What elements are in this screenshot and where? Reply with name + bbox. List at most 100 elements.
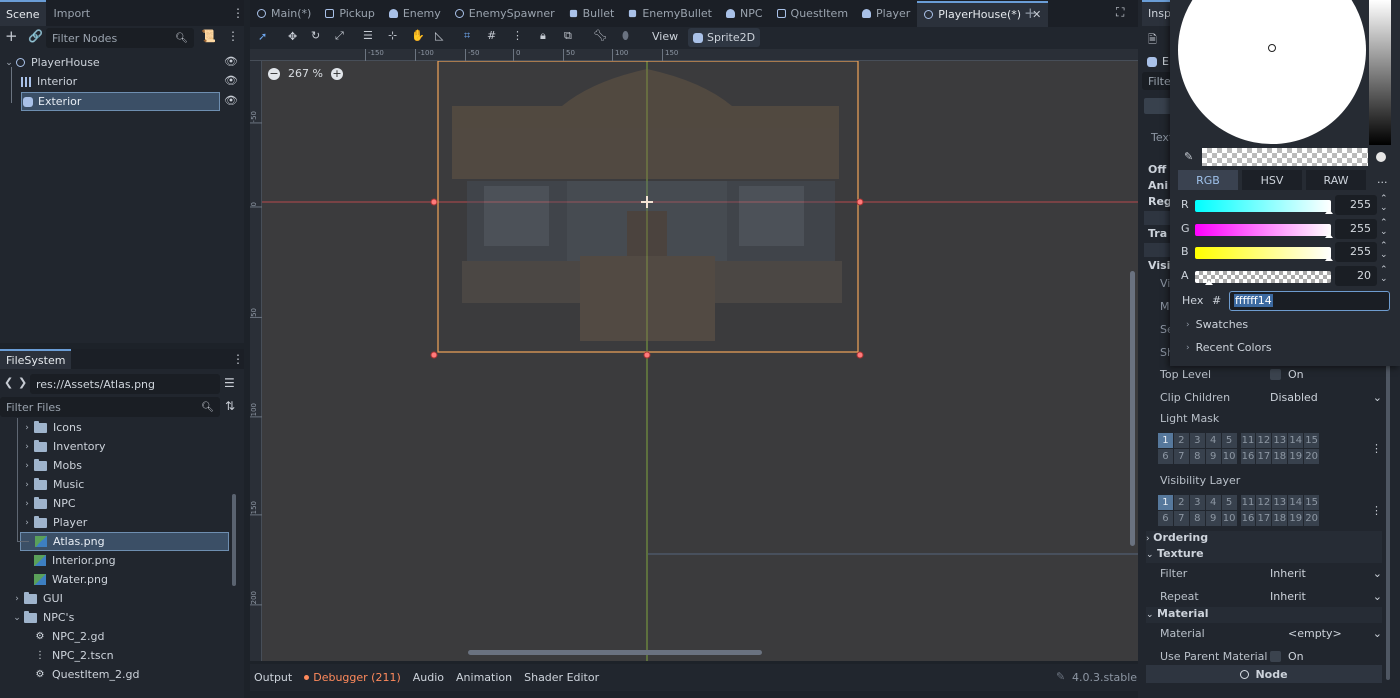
filesystem-scrollbar[interactable] [232,494,236,586]
layer-cell[interactable]: 20 [1304,511,1320,526]
layer-cell[interactable]: 19 [1288,511,1304,526]
layer-cell[interactable]: 1 [1158,495,1173,510]
viewport-h-scrollbar[interactable] [468,650,762,655]
tab-npc[interactable]: NPC [719,1,770,27]
layer-cell[interactable]: 11 [1240,433,1256,448]
file-item[interactable]: ⋮ NPC_2.tscn [20,646,229,665]
clip-children-dropdown[interactable]: Disabled ⌄ [1270,388,1382,406]
tab-enemybullet[interactable]: EnemyBullet [621,1,719,27]
spinner-arrows-icon[interactable]: ⌃ ⌄ [1380,242,1388,260]
file-item[interactable]: › Inventory [20,437,229,456]
section-texture[interactable]: ⌄ Texture [1146,547,1382,563]
layer-cell[interactable]: 14 [1288,495,1304,510]
pivot-tool-icon[interactable]: ⊹ [388,29,397,42]
move-tool-icon[interactable]: ✥ [288,30,297,43]
section-animation[interactable]: Ani [1148,179,1168,192]
select-tool-icon[interactable]: ➚ [258,30,267,43]
visibility-layer-menu-icon[interactable]: ⋮ [1371,504,1382,517]
chevron-down-icon[interactable]: ⌄ [12,613,22,623]
file-item[interactable]: › Player [20,513,229,532]
channel-b-slider[interactable] [1195,247,1333,261]
tab-scene[interactable]: Scene [0,0,46,26]
layer-cell[interactable]: 3 [1189,495,1205,510]
spinner-arrows-icon[interactable]: ⌃ ⌄ [1380,195,1388,213]
chevron-right-icon[interactable]: › [22,423,32,433]
section-visibility[interactable]: Visi [1148,259,1170,272]
visibility-eye-icon[interactable]: 👁 [224,94,238,107]
dock-menu-icon[interactable]: ⋮ [232,352,244,366]
chevron-right-icon[interactable]: › [12,594,22,604]
shape-toggle-icon[interactable] [1376,152,1386,162]
bottom-tab[interactable]: Debugger (211) [304,671,401,684]
filter-files-input[interactable]: Filter Files 🔍︎ [0,397,220,417]
visibility-eye-icon[interactable]: 👁 [224,55,238,68]
file-item[interactable]: › Mobs [20,456,229,475]
rotate-tool-icon[interactable]: ↻ [311,29,320,42]
layer-cell[interactable]: 20 [1304,449,1320,464]
layer-cell[interactable]: 9 [1205,449,1221,464]
slider-grabber-icon[interactable] [1325,209,1333,214]
layer-cell[interactable]: 9 [1205,511,1221,526]
tree-node-interior[interactable]: Interior [21,72,240,91]
layer-cell[interactable]: 5 [1221,495,1237,510]
layer-cell[interactable]: 16 [1240,449,1256,464]
path-field[interactable]: res://Assets/Atlas.png [30,374,220,394]
tab-enemyspawner[interactable]: EnemySpawner [448,1,562,27]
light-mask-grid[interactable]: 1 2 3 4 5 11 12 13 14 15 6 7 8 9 10 16 17 18 19 20 [1158,433,1320,465]
bottom-tab[interactable]: Output [254,671,292,684]
scale-tool-icon[interactable]: ⤢ [335,29,344,43]
file-item[interactable]: › Icons [20,418,229,437]
visibility-eye-icon[interactable]: 👁 [224,74,238,87]
layer-cell[interactable]: 15 [1304,495,1320,510]
color-mode-rgb[interactable]: RGB [1178,170,1238,190]
swatches-toggle[interactable]: › Swatches [1186,318,1248,331]
sort-icon[interactable]: ⇅ [225,399,235,413]
layer-cell[interactable]: 10 [1221,511,1237,526]
layer-cell[interactable]: 12 [1256,495,1272,510]
channel-value-field[interactable]: 255 [1335,218,1377,239]
resize-handle[interactable] [430,198,438,206]
view-mode-icon[interactable]: ☰ [224,376,235,390]
light-mask-menu-icon[interactable]: ⋮ [1371,442,1382,455]
tab-pickup[interactable]: Pickup [318,1,381,27]
file-item[interactable]: ⚙ NPC_2.gd [20,627,229,646]
group-icon[interactable]: ⧉ [564,29,572,43]
value-slider[interactable] [1369,0,1391,145]
layer-cell[interactable]: 7 [1173,449,1189,464]
layer-cell[interactable]: 4 [1205,495,1221,510]
channel-value-field[interactable]: 255 [1335,242,1377,262]
chevron-down-icon[interactable]: ⌄ [4,58,14,68]
layer-cell[interactable]: 15 [1304,433,1320,448]
chevron-right-icon[interactable]: › [22,518,32,528]
section-material[interactable]: ⌄ Material [1146,607,1382,623]
layer-cell[interactable]: 5 [1221,433,1237,448]
spinner-arrows-icon[interactable]: ⌃ ⌄ [1380,265,1388,284]
color-mode-hsv[interactable]: HSV [1242,170,1302,190]
filter-nodes-input[interactable]: Filter Nodes 🔍︎ [46,28,194,48]
smart-snap-icon[interactable]: ⌗ [464,29,470,43]
layer-cell[interactable]: 2 [1173,433,1189,448]
visibility-layer-grid[interactable]: 1 2 3 4 5 11 12 13 14 15 6 7 8 9 10 16 17 18 19 20 [1158,495,1320,527]
tree-node-playerhouse[interactable]: ⌄ PlayerHouse [4,53,240,72]
file-item[interactable]: › NPC [20,494,229,513]
scene-menu-icon[interactable]: ⋮ [227,29,239,43]
section-ordering[interactable]: › Ordering [1146,531,1382,547]
bottom-tab[interactable]: Animation [456,671,512,684]
tree-node-exterior[interactable]: Exterior [21,92,220,111]
eyedropper-icon[interactable]: ✎ [1184,150,1193,163]
layer-cell[interactable]: 2 [1173,495,1189,510]
layer-cell[interactable]: 8 [1189,511,1205,526]
bottom-tab[interactable]: Shader Editor [524,671,599,684]
color-mode-raw[interactable]: RAW [1306,170,1366,190]
layer-cell[interactable]: 19 [1288,449,1304,464]
dock-menu-icon[interactable]: ⋮ [232,6,244,20]
top-level-checkbox[interactable] [1270,369,1281,380]
layer-cell[interactable]: 3 [1189,433,1205,448]
section-offset[interactable]: Off [1148,163,1166,176]
layer-cell[interactable]: 10 [1221,449,1237,464]
slider-grabber-icon[interactable] [1325,256,1333,261]
add-node-icon[interactable]: + [5,27,18,45]
script-icon[interactable]: 📜 [201,29,216,43]
channel-value-field[interactable]: 255 [1335,195,1377,215]
layer-cell[interactable]: 17 [1256,449,1272,464]
